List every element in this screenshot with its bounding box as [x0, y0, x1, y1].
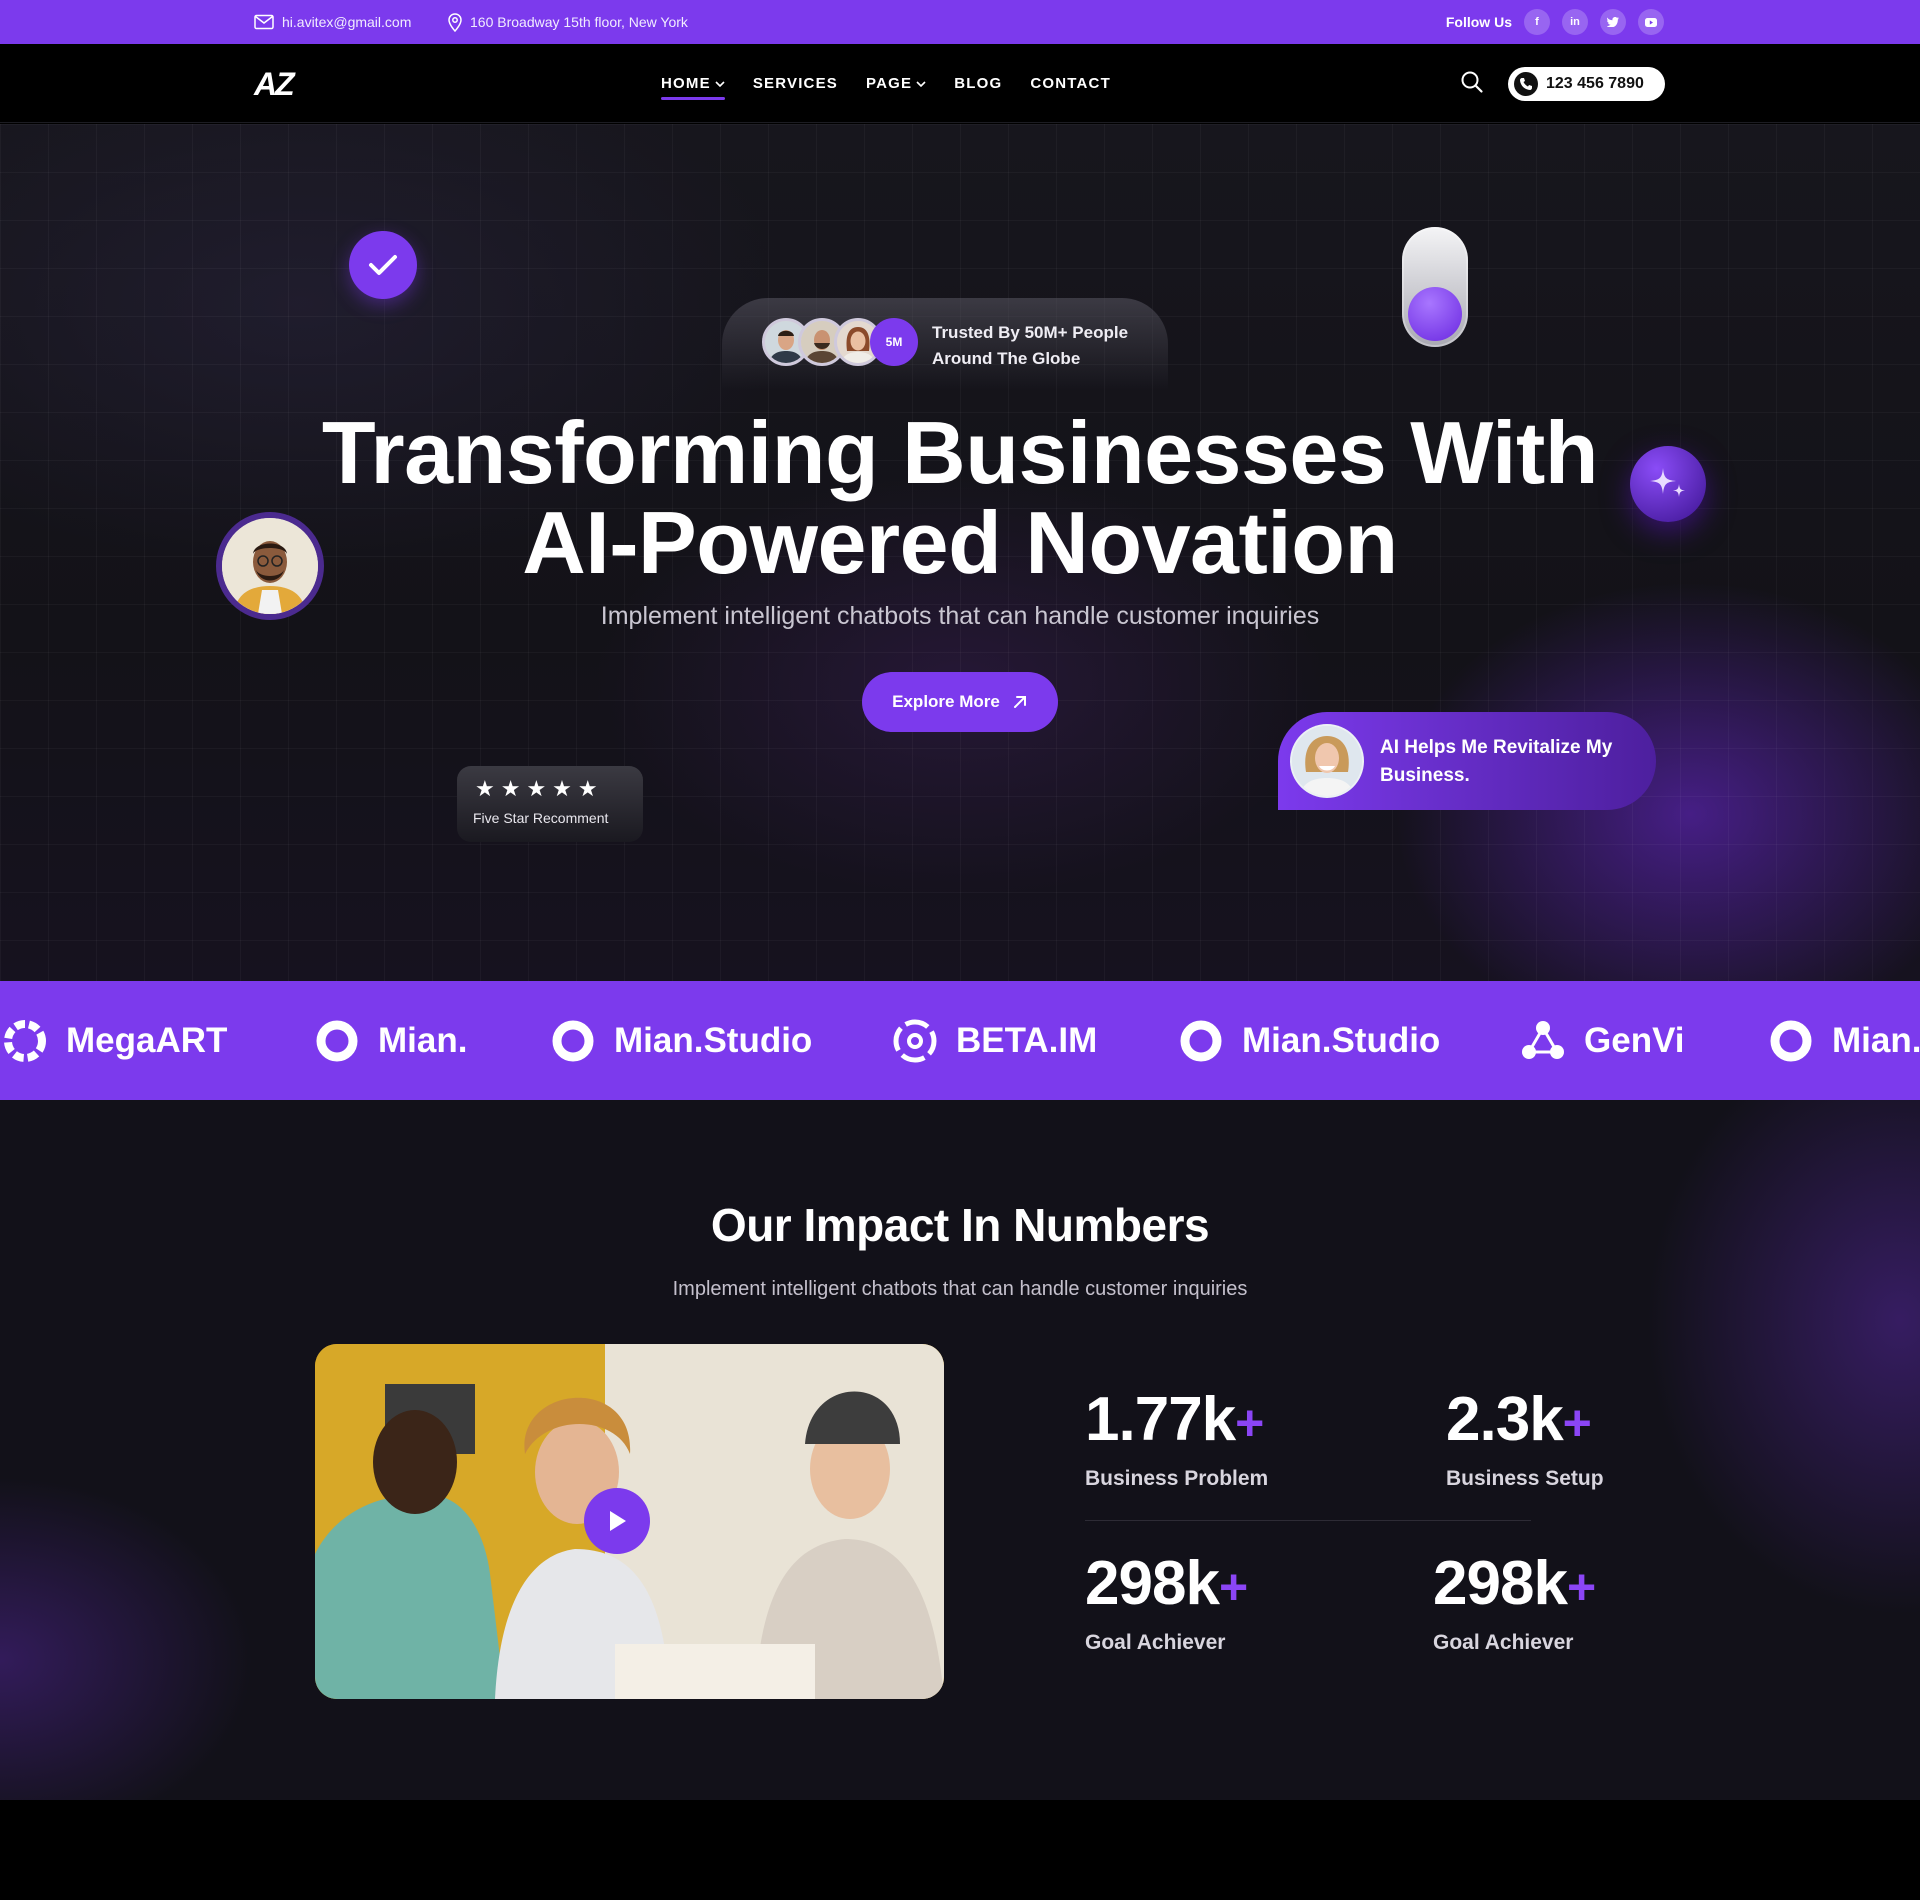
stat-label: Business Problem — [1085, 1467, 1269, 1490]
play-button[interactable] — [584, 1488, 650, 1554]
stat-label: Business Setup — [1446, 1467, 1604, 1490]
hero-title-line-2: AI-Powered Novation — [522, 493, 1398, 592]
stat-label: Goal Achiever — [1085, 1631, 1226, 1654]
nav-item-page[interactable]: PAGE — [866, 75, 926, 92]
nav-label-services: SERVICES — [752, 75, 838, 92]
hero-title: Transforming Businesses With AI-Powered … — [260, 408, 1660, 588]
ring-icon — [4, 1019, 46, 1062]
swirl-icon — [1770, 1020, 1812, 1061]
search-icon — [1461, 71, 1483, 93]
brand-name: Mian.Studio — [1242, 1020, 1441, 1060]
youtube-icon[interactable] — [1638, 9, 1664, 35]
swirl-icon — [316, 1020, 358, 1061]
nav-item-contact[interactable]: CONTACT — [1030, 75, 1111, 92]
twitter-icon[interactable] — [1600, 9, 1626, 35]
phone-button[interactable]: 123 456 7890 — [1508, 67, 1665, 101]
brand-logo: MegaART — [0, 981, 227, 1100]
nav-label-blog: BLOG — [954, 75, 1003, 92]
stat-value: 298k+ — [1085, 1549, 1248, 1618]
nav-label-home: HOME — [661, 75, 711, 92]
address-text: 160 Broadway 15th floor, New York — [470, 14, 688, 30]
star-rating-icons: ★★★★★ — [475, 776, 604, 801]
trusted-avatars: 5M — [762, 318, 918, 366]
brand-name: Mian. — [1832, 1020, 1920, 1060]
toggle-knob — [1408, 287, 1462, 341]
linkedin-icon[interactable]: in — [1562, 9, 1588, 35]
swirl-icon — [1180, 1020, 1222, 1061]
five-star-card: ★★★★★ Five Star Recomment — [457, 766, 643, 842]
play-icon — [610, 1511, 626, 1531]
nav-item-services[interactable]: SERVICES — [753, 75, 838, 92]
toggle-decoration — [1402, 227, 1468, 347]
stat-item: 298k+ Goal Achiever — [1433, 1549, 1596, 1655]
stat-value: 1.77k+ — [1085, 1385, 1264, 1454]
brand-logos-strip: MegaART Mian. Mian.Studio BETA.IM Mian.S… — [0, 981, 1920, 1100]
brand-logo: Mian.Studio — [1176, 981, 1440, 1100]
testimonial-text: AI Helps Me Revitalize My Business. — [1380, 737, 1613, 786]
brand-logo: Mian. — [312, 981, 467, 1100]
trusted-count-badge: 5M — [870, 318, 918, 366]
video-thumbnail[interactable] — [315, 1344, 944, 1699]
stat-label: Goal Achiever — [1433, 1631, 1574, 1654]
swirl-icon — [552, 1020, 594, 1061]
main-navbar: AZ HOME SERVICES PAGE BLOG CONTACT 123 4… — [0, 44, 1920, 123]
top-info-bar: hi.avitex@gmail.com 160 Broadway 15th fl… — [0, 0, 1920, 44]
stat-item: 298k+ Goal Achiever — [1085, 1549, 1248, 1655]
stat-item: 1.77k+ Business Problem — [1085, 1388, 1268, 1491]
stats-divider — [1085, 1520, 1531, 1521]
impact-subtitle: Implement intelligent chatbots that can … — [672, 1278, 1248, 1300]
follow-label: Follow Us — [1445, 14, 1512, 30]
page-bottom — [0, 1800, 1920, 1900]
nav-label-page: PAGE — [866, 75, 913, 92]
chevron-down-icon — [715, 80, 725, 87]
brand-logo: BETA.IM — [890, 981, 1097, 1100]
explore-more-button[interactable]: Explore More — [862, 672, 1058, 732]
trusted-text: Trusted By 50M+ People Around The Globe — [932, 323, 1129, 368]
spiral-icon — [893, 1019, 937, 1062]
hero-subtitle: Implement intelligent chatbots that can … — [600, 602, 1320, 630]
testimonial-bubble: AI Helps Me Revitalize My Business. — [1278, 712, 1656, 810]
brand-name: MegaART — [66, 1020, 228, 1060]
stat-value: 298k+ — [1433, 1549, 1596, 1618]
hero-title-line-1: Transforming Businesses With — [321, 403, 1599, 502]
brand-name: Mian.Studio — [614, 1020, 813, 1060]
site-logo[interactable]: AZ — [254, 66, 295, 103]
email-text: hi.avitex@gmail.com — [282, 14, 412, 30]
mail-icon — [254, 14, 274, 30]
stat-value: 2.3k+ — [1446, 1385, 1592, 1454]
five-star-label: Five Star Recomment — [473, 810, 609, 826]
impact-section: Our Impact In Numbers Implement intellig… — [0, 1100, 1920, 1800]
impact-title: Our Impact In Numbers — [710, 1199, 1210, 1251]
main-menu: HOME SERVICES PAGE BLOG CONTACT — [661, 44, 1111, 123]
check-badge-icon — [349, 231, 417, 299]
nav-label-contact: CONTACT — [1030, 75, 1111, 92]
nav-item-home[interactable]: HOME — [661, 75, 725, 100]
location-pin-icon — [448, 12, 462, 32]
nodes-icon — [1522, 1020, 1564, 1059]
email-contact[interactable]: hi.avitex@gmail.com — [254, 0, 411, 44]
brand-logo: Mian. — [1766, 981, 1920, 1100]
brand-logo: Mian.Studio — [548, 981, 812, 1100]
brand-name: BETA.IM — [956, 1020, 1098, 1060]
search-button[interactable] — [1460, 70, 1484, 99]
hero-section: 5M Trusted By 50M+ People Around The Glo… — [0, 124, 1920, 981]
nav-item-blog[interactable]: BLOG — [954, 75, 1002, 92]
arrow-up-right-icon — [1013, 696, 1026, 708]
facebook-icon[interactable]: f — [1524, 9, 1550, 35]
brand-name: GenVi — [1584, 1020, 1685, 1060]
explore-more-label: Explore More — [892, 692, 1000, 711]
brand-logo: GenVi — [1518, 981, 1685, 1100]
stat-item: 2.3k+ Business Setup — [1446, 1388, 1604, 1491]
phone-number: 123 456 7890 — [1546, 75, 1644, 92]
chevron-down-icon — [916, 80, 926, 87]
social-follow: Follow Us f in — [1446, 0, 1664, 44]
phone-icon — [1514, 72, 1538, 96]
address-contact: 160 Broadway 15th floor, New York — [448, 0, 688, 44]
brand-name: Mian. — [378, 1020, 468, 1060]
trusted-badge: 5M Trusted By 50M+ People Around The Glo… — [722, 298, 1168, 390]
avatar — [1290, 724, 1364, 798]
